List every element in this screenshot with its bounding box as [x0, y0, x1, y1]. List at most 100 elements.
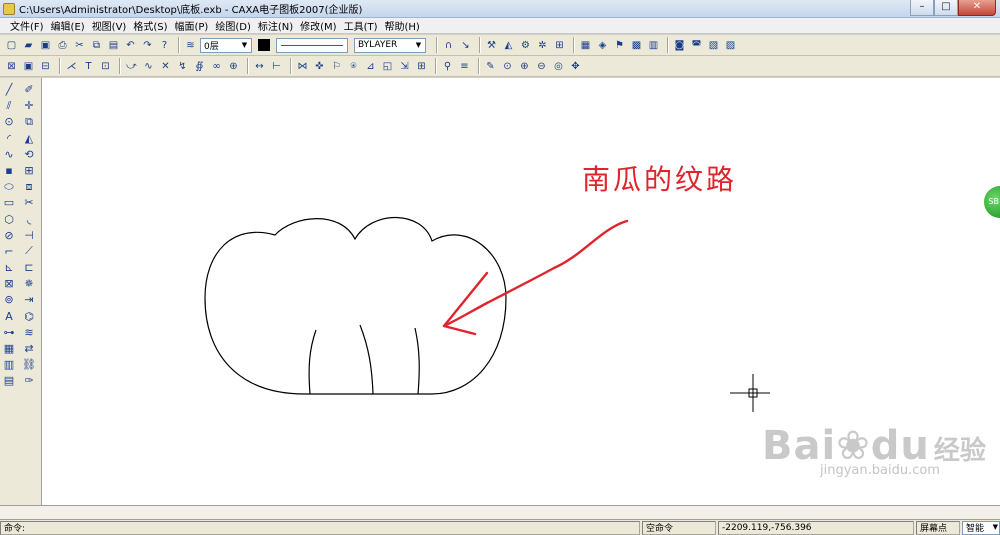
tool-icon[interactable]: ◱ [380, 59, 395, 74]
parallel-line-icon[interactable]: ⫽ [1, 98, 17, 113]
tool-icon[interactable]: ⊡ [98, 59, 113, 74]
layer-icon[interactable]: ≋ [21, 325, 37, 340]
tool-icon[interactable]: ↔ [252, 59, 267, 74]
print-icon[interactable]: ⎙ [55, 38, 70, 53]
tool-icon[interactable]: ▣ [21, 59, 36, 74]
library-icon[interactable]: ▤ [1, 373, 17, 388]
redo-icon[interactable]: ↷ [140, 38, 155, 53]
scale-icon[interactable]: ⧈ [21, 179, 37, 194]
command-prompt[interactable]: 命令: [0, 520, 640, 535]
pencil-icon[interactable]: ✎ [483, 59, 498, 74]
ellipse-icon[interactable]: ⬭ [1, 179, 17, 194]
zoom-all-icon[interactable]: ◎ [551, 59, 566, 74]
color-swatch[interactable] [258, 39, 270, 51]
tool-icon[interactable]: ✲ [535, 38, 550, 53]
erase-icon[interactable]: ✐ [21, 82, 37, 97]
tool-icon[interactable]: ▧ [706, 38, 721, 53]
polygon-icon[interactable]: ⬡ [1, 212, 17, 227]
arc-icon[interactable]: ◜ [1, 131, 17, 146]
menu-edit[interactable]: 编辑(E) [51, 18, 85, 33]
copy-icon[interactable]: ⧉ [21, 114, 37, 129]
tool-icon[interactable]: ⊿ [363, 59, 378, 74]
undo-icon[interactable]: ↶ [123, 38, 138, 53]
zoom-icon[interactable]: ⚲ [440, 59, 455, 74]
tool-icon[interactable]: ⍟ [346, 59, 361, 74]
spline-icon[interactable]: ∿ [1, 147, 17, 162]
tool-icon[interactable]: ∞ [209, 59, 224, 74]
tool-icon[interactable]: ⋌ [64, 59, 79, 74]
block-icon[interactable]: ⊠ [1, 276, 17, 291]
match-icon[interactable]: ⇄ [21, 341, 37, 356]
break-icon[interactable]: ⟋ [21, 244, 37, 259]
line-icon[interactable]: ╱ [1, 82, 17, 97]
properties-icon[interactable]: ⌬ [21, 309, 37, 324]
tool-icon[interactable]: ✜ [312, 59, 327, 74]
command-history[interactable] [0, 505, 1000, 519]
copy-icon[interactable]: ⧉ [89, 38, 104, 53]
tool-icon[interactable]: ≡ [457, 59, 472, 74]
menu-modify[interactable]: 修改(M) [300, 18, 336, 33]
grid-icon[interactable]: ▦ [1, 341, 17, 356]
zoom-window-icon[interactable]: ⊙ [500, 59, 515, 74]
new-icon[interactable]: ▢ [4, 38, 19, 53]
polyline-icon[interactable]: ⌐ [1, 244, 17, 259]
tool-icon[interactable]: ⊠ [4, 59, 19, 74]
menu-file[interactable]: 文件(F) [10, 18, 44, 33]
snap-mode-select[interactable]: 智能 ▼ [962, 520, 1000, 535]
layer-icon[interactable]: ≋ [183, 38, 198, 53]
tool-icon[interactable]: ⚒ [484, 38, 499, 53]
zoom-out-icon[interactable]: ⊖ [534, 59, 549, 74]
tool-icon[interactable]: ▥ [646, 38, 661, 53]
close-button[interactable]: ✕ [958, 0, 996, 16]
move-icon[interactable]: ✛ [21, 98, 37, 113]
linetype-combo[interactable] [276, 37, 348, 53]
rectangle-icon[interactable]: ▭ [1, 195, 17, 210]
tool-icon[interactable]: ⊞ [414, 59, 429, 74]
extend-icon[interactable]: ⊣ [21, 228, 37, 243]
tool-icon[interactable]: ⊢ [269, 59, 284, 74]
tool-icon[interactable]: ◙ [672, 38, 687, 53]
tool-icon[interactable]: ⊟ [38, 59, 53, 74]
image-icon[interactable]: ⊚ [1, 292, 17, 307]
lineweight-combo[interactable]: BYLAYER ▼ [354, 37, 426, 53]
tool-icon[interactable]: ◚ [689, 38, 704, 53]
brush-icon[interactable]: ✑ [21, 373, 37, 388]
layer-combo[interactable]: 0层 ▼ [200, 37, 252, 53]
tool-icon[interactable]: ⚑ [612, 38, 627, 53]
tool-icon[interactable]: ⇲ [397, 59, 412, 74]
menu-help[interactable]: 帮助(H) [385, 18, 420, 33]
explode-icon[interactable]: ✵ [21, 276, 37, 291]
align-icon[interactable]: ⇥ [21, 292, 37, 307]
tool-icon[interactable]: ▨ [723, 38, 738, 53]
tool-icon[interactable]: ▩ [629, 38, 644, 53]
drawing-canvas[interactable]: 南瓜的纹路 SB Bai❀du 经验 jingyan.baidu.com [42, 78, 1000, 505]
tool-icon[interactable]: ⚐ [329, 59, 344, 74]
tool-icon[interactable]: ◈ [595, 38, 610, 53]
menu-sheet[interactable]: 幅面(P) [175, 18, 209, 33]
minimize-button[interactable]: – [910, 0, 934, 16]
tool-icon[interactable]: ▦ [578, 38, 593, 53]
osnap-icon[interactable]: ↘ [458, 38, 473, 53]
mirror-icon[interactable]: ◭ [21, 131, 37, 146]
stretch-icon[interactable]: ⊏ [21, 260, 37, 275]
cut-icon[interactable]: ✂ [72, 38, 87, 53]
help-icon[interactable]: ? [157, 38, 172, 53]
menu-draw[interactable]: 绘图(D) [215, 18, 251, 33]
tool-icon[interactable]: T [81, 59, 96, 74]
tool-icon[interactable]: ⚙ [518, 38, 533, 53]
dimension-icon[interactable]: ⊶ [1, 325, 17, 340]
table-icon[interactable]: ▥ [1, 357, 17, 372]
fillet-icon[interactable]: ◟ [21, 212, 37, 227]
point-icon[interactable]: ▪ [1, 163, 17, 178]
zoom-in-icon[interactable]: ⊕ [517, 59, 532, 74]
chain-icon[interactable]: ⛓ [21, 357, 37, 372]
tool-icon[interactable]: ∿ [141, 59, 156, 74]
tool-icon[interactable]: ⊕ [226, 59, 241, 74]
menu-view[interactable]: 视图(V) [92, 18, 127, 33]
menu-tools[interactable]: 工具(T) [344, 18, 378, 33]
tool-icon[interactable]: ∯ [192, 59, 207, 74]
tool-icon[interactable]: ✕ [158, 59, 173, 74]
trim-icon[interactable]: ✂ [21, 195, 37, 210]
maximize-button[interactable]: □ [934, 0, 958, 16]
snap-icon[interactable]: ∩ [441, 38, 456, 53]
